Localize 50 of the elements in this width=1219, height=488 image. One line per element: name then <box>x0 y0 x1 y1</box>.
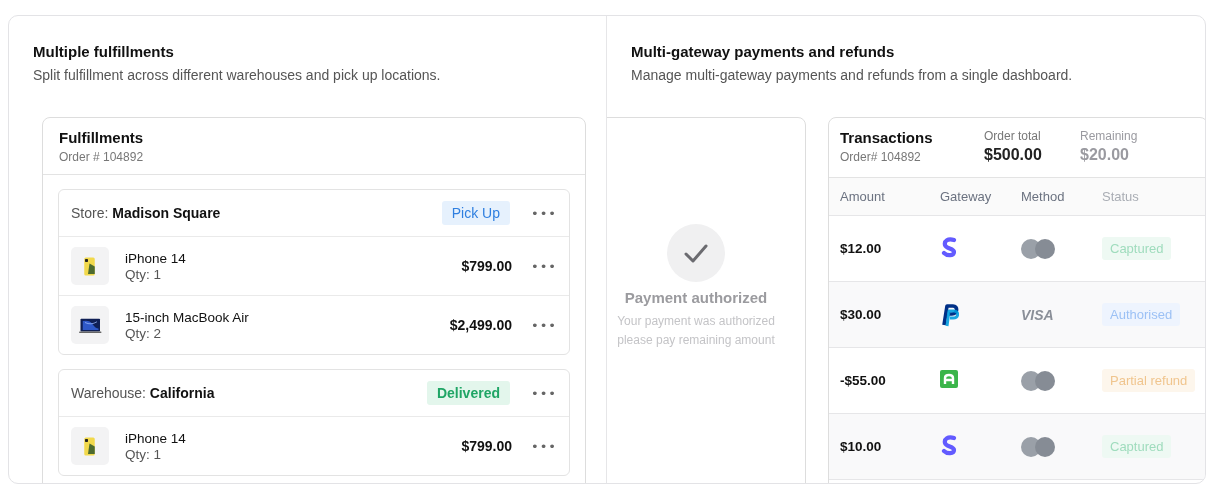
product-name: 15-inch MacBook Air <box>125 309 250 325</box>
amount-cell-text: $12.00 <box>840 241 883 256</box>
amount-cell-text: $30.00 <box>840 307 883 322</box>
status-badge: Authorised <box>1102 303 1181 326</box>
card-title: Transactions <box>840 129 934 146</box>
card-brand: VISA <box>1021 306 1054 323</box>
order-number: Order # 104892 <box>59 150 145 164</box>
product-name: iPhone 14 <box>125 250 187 266</box>
p-logo-icon <box>940 302 959 327</box>
order-number: Order# 104892 <box>840 150 922 164</box>
status-badge: Pick Up <box>441 201 510 225</box>
column-header: Amount <box>840 189 886 204</box>
summary-label: Order total <box>984 129 1042 143</box>
section-description: Split fulfillment across different warehouses and pick up locations. <box>33 67 442 85</box>
section-title: Multi-gateway payments and refunds <box>631 43 896 62</box>
summary-value: $20.00 <box>1080 146 1130 164</box>
status-badge: Captured <box>1102 237 1172 260</box>
card-circles-icon <box>1021 370 1055 391</box>
amount-cell-text: $10.00 <box>840 439 883 454</box>
status-badge: Partial refund <box>1102 369 1196 392</box>
section-description: Manage multi-gateway payments and refunds from a single dashboard. <box>631 67 1074 85</box>
product-quantity: Qty: 1 <box>125 266 162 282</box>
more-button[interactable]: ••• <box>531 258 557 274</box>
check-icon <box>667 224 725 282</box>
section-title: Multiple fulfillments <box>33 43 175 62</box>
panel-title: Payment authorized <box>624 289 768 306</box>
column-header: Method <box>1021 189 1066 204</box>
card-circles-icon <box>1021 436 1055 457</box>
more-button[interactable]: ••• <box>531 205 557 221</box>
card-title: Fulfillments <box>59 129 145 146</box>
location-label: Warehouse: California <box>71 385 216 401</box>
product-price: $2,499.00 <box>449 317 512 333</box>
column-header: Status <box>1102 189 1140 204</box>
amount-cell-text: -$55.00 <box>840 373 887 388</box>
more-button[interactable]: ••• <box>531 385 557 401</box>
summary-value: $500.00 <box>984 146 1043 164</box>
product-quantity: Qty: 2 <box>125 325 162 341</box>
card-circles-icon <box>1021 238 1055 259</box>
status-badge: Captured <box>1102 435 1172 458</box>
panel-message: Your payment was authorized please pay remaining amount <box>617 313 775 349</box>
location-label: Store: Madison Square <box>71 205 222 221</box>
summary-label: Remaining <box>1080 129 1139 143</box>
more-button[interactable]: ••• <box>531 317 557 333</box>
product-price: $799.00 <box>461 258 512 274</box>
status-badge: Delivered <box>426 381 510 405</box>
product-price: $799.00 <box>461 438 512 454</box>
column-header: Gateway <box>940 189 993 204</box>
more-button[interactable]: ••• <box>531 438 557 454</box>
product-name: iPhone 14 <box>125 430 187 446</box>
product-quantity: Qty: 1 <box>125 446 162 462</box>
